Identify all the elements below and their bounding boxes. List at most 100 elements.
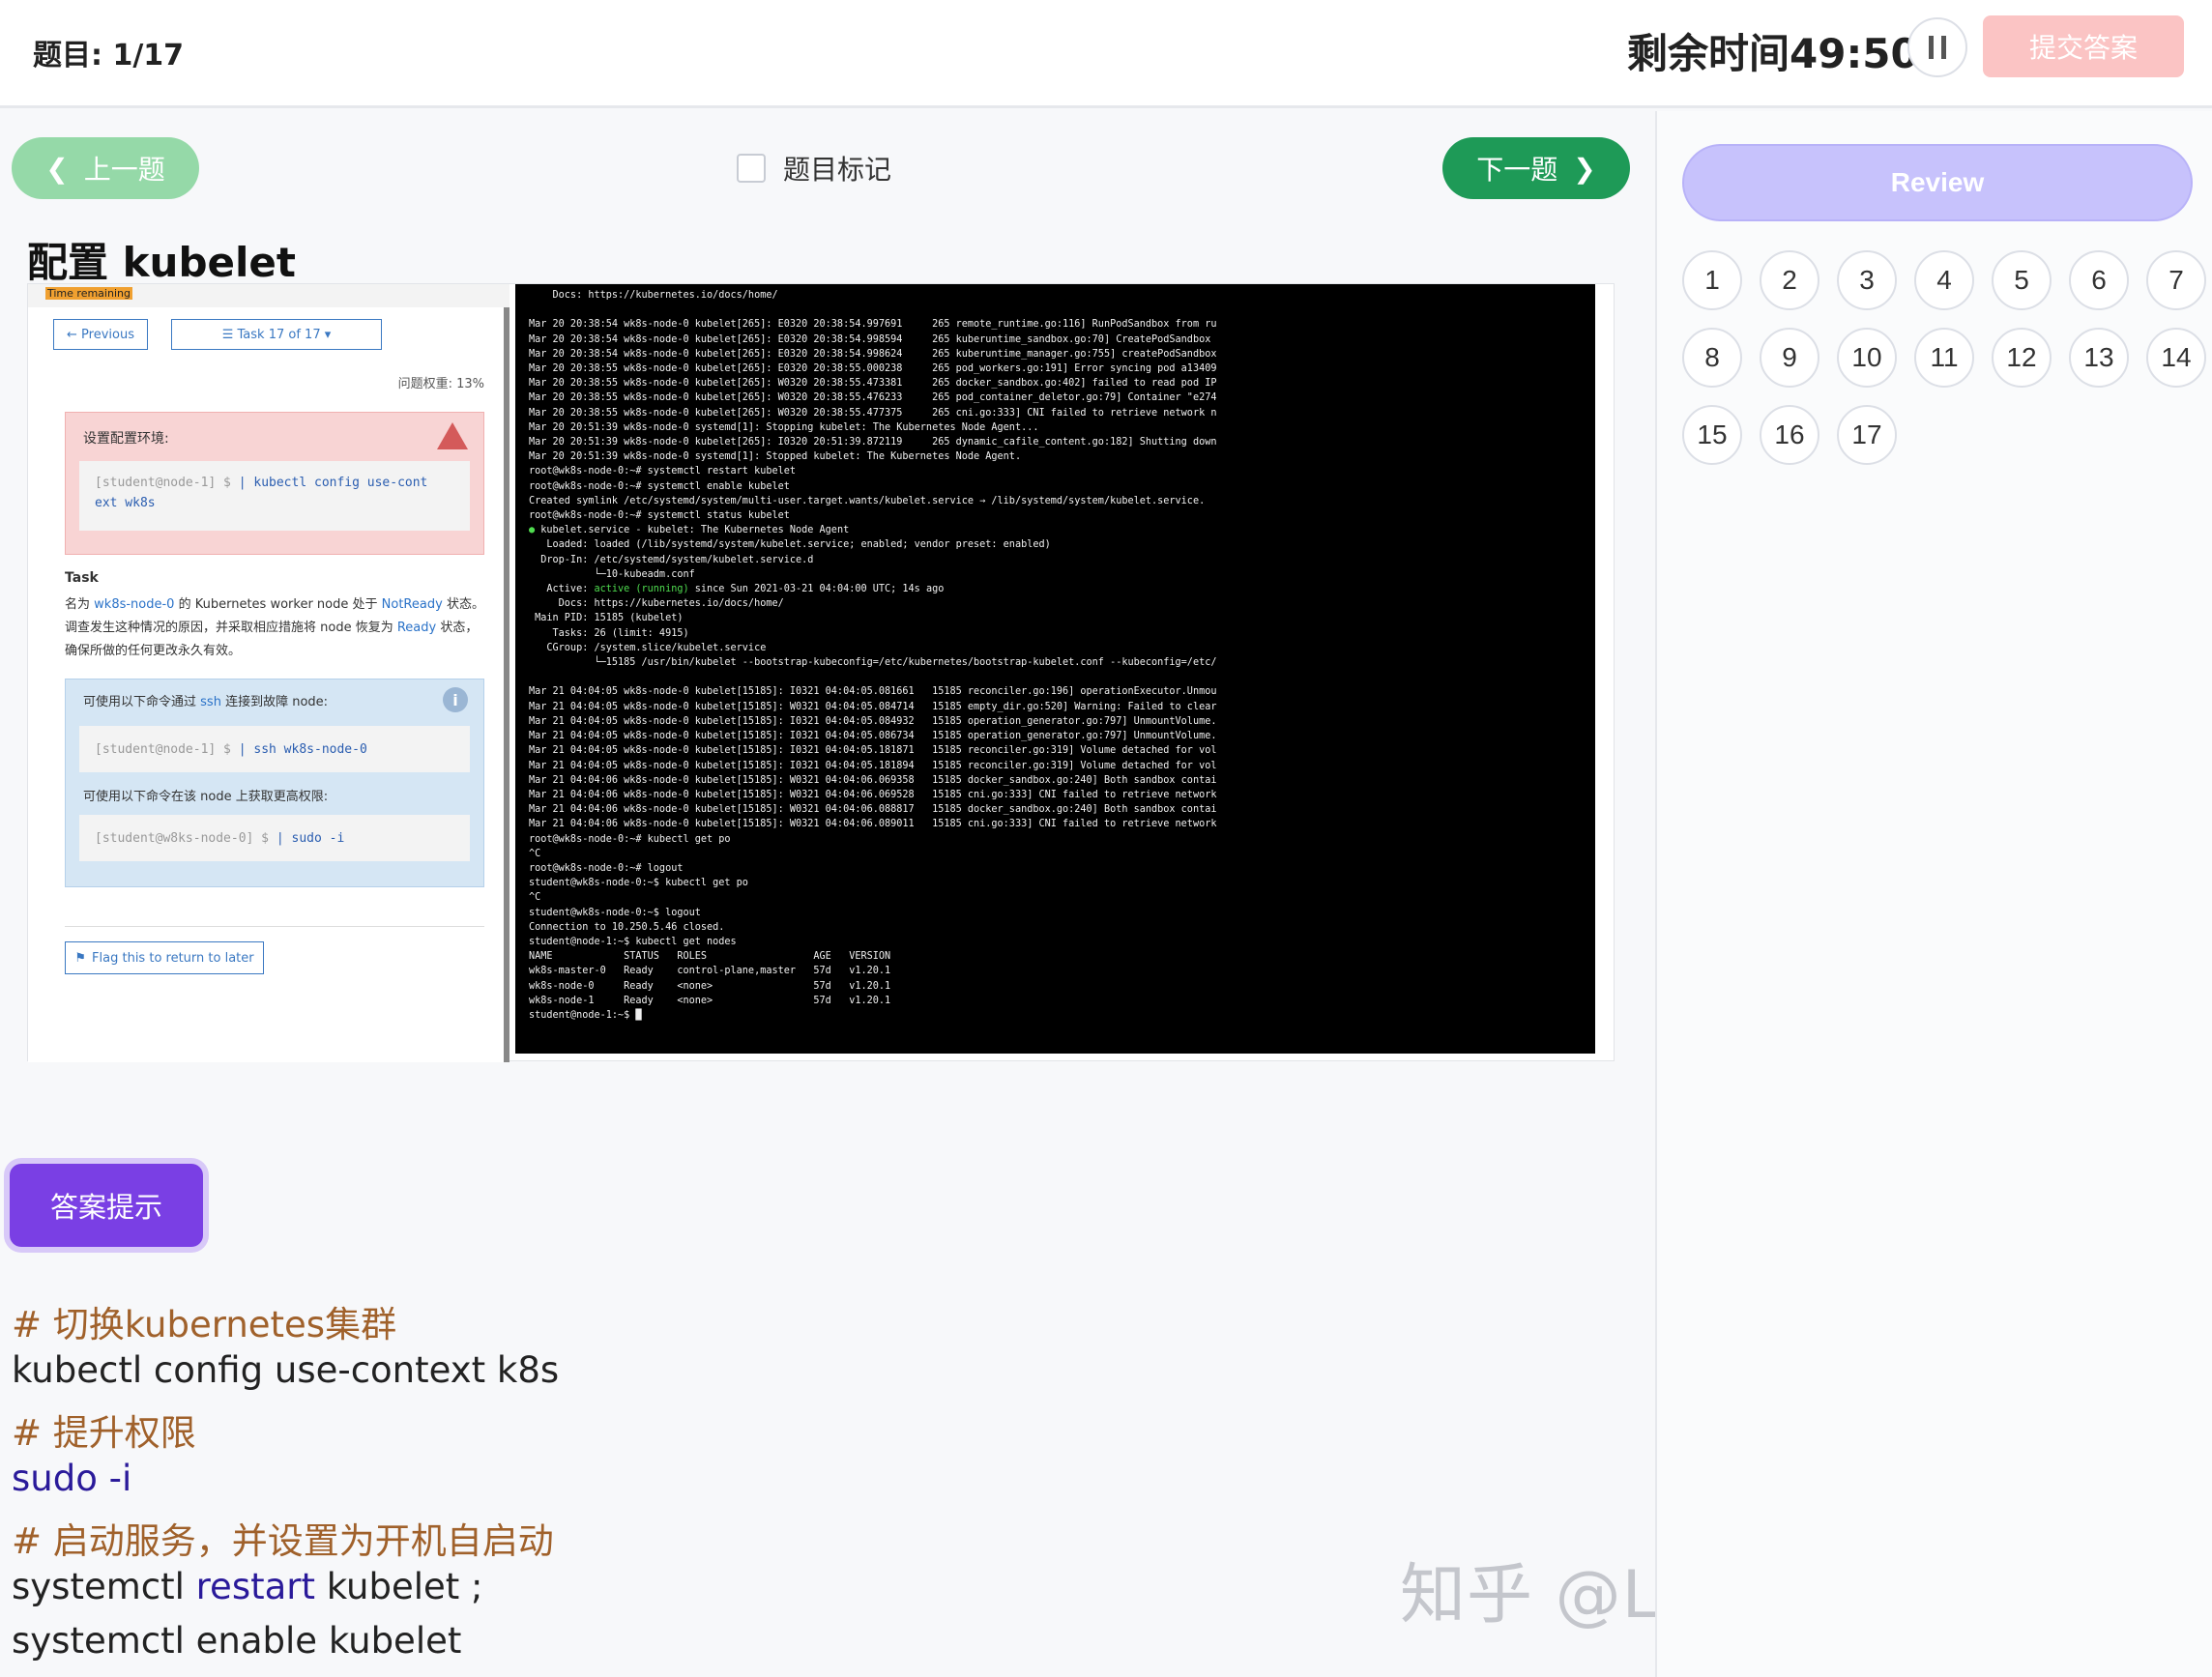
warning-icon [437, 422, 468, 449]
question-number-button[interactable]: 1 [1682, 250, 1742, 310]
terminal-line: Mar 21 04:04:05 wk8s-node-0 kubelet[1518… [529, 715, 1217, 727]
terminal-line: Mar 20 20:38:55 wk8s-node-0 kubelet[265]… [529, 407, 1217, 419]
terminal-line: Mar 21 04:04:06 wk8s-node-0 kubelet[1518… [529, 789, 1217, 800]
task-state-ready: Ready [396, 621, 437, 635]
answer-command-3-keyword: restart [195, 1566, 315, 1607]
question-number-button[interactable]: 15 [1682, 405, 1742, 465]
terminal-line: wk8s-node-1 Ready <none> 57d v1.20.1 [529, 995, 891, 1006]
answer-command-3-a: systemctl [12, 1566, 196, 1607]
list-icon: ☰ [221, 327, 238, 342]
task-text-1: 名为 [65, 597, 91, 612]
sudo-prompt: [student@w8ks-node-0] $ [95, 831, 270, 846]
answer-command-3: systemctl restart kubelet ; [12, 1566, 483, 1607]
top-bar: 题目: 1/17 剩余时间49:50 提交答案 [0, 0, 2212, 108]
question-number-button[interactable]: 8 [1682, 328, 1742, 388]
terminal-line: ● kubelet.service - kubelet: The Kuberne… [529, 525, 850, 536]
next-question-label: 下一题 [1476, 155, 1558, 185]
terminal-output: Docs: https://kubernetes.io/docs/home/ M… [515, 284, 1595, 1054]
question-number-button[interactable]: 9 [1760, 328, 1819, 388]
question-sidebar: Review 1 2 3 4 5 6 7 8 9 10 11 12 13 14 15 16 17 [1655, 111, 2212, 1677]
ssh-info-text-2: 连接到故障 node: [225, 695, 329, 709]
question-number-button[interactable]: 2 [1760, 250, 1819, 310]
terminal-line: Drop-In: /etc/systemd/system/kubelet.ser… [529, 554, 814, 565]
task-node-name: wk8s-node-0 [94, 597, 175, 612]
terminal-line: Mar 20 20:38:55 wk8s-node-0 kubelet[265]… [529, 363, 1217, 375]
flag-question-label: 题目标记 [783, 154, 892, 186]
ssh-info-text-1: 可使用以下命令通过 [83, 695, 197, 709]
question-number-button[interactable]: 3 [1837, 250, 1897, 310]
pause-icon-bar-left [1929, 36, 1934, 59]
terminal-line: Mar 20 20:38:54 wk8s-node-0 kubelet[265]… [529, 319, 1217, 331]
terminal-line: Mar 21 04:04:06 wk8s-node-0 kubelet[1518… [529, 819, 1217, 830]
exam-page: 题目: 1/17 剩余时间49:50 提交答案 ❮ 上一题 题目标记 下一题 ❯… [0, 0, 2212, 1677]
question-number-button[interactable]: 4 [1914, 250, 1974, 310]
question-counter: 题目: 1/17 [33, 39, 185, 72]
question-nav: ❮ 上一题 题目标记 下一题 ❯ [12, 137, 1630, 199]
flag-checkbox[interactable] [737, 154, 766, 183]
question-number-button[interactable]: 10 [1837, 328, 1897, 388]
setup-command-box: [student@node-1] $ | kubectl config use-… [79, 461, 470, 531]
terminal-line: NAME STATUS ROLES AGE VERSION [529, 951, 891, 963]
terminal-line: root@wk8s-node-0:~# kubectl get po [529, 833, 731, 845]
exam-task-selector: ☰ Task 17 of 17 ▾ [171, 319, 382, 350]
terminal-line: Mar 20 20:38:55 wk8s-node-0 kubelet[265]… [529, 378, 1217, 390]
ssh-keyword: ssh [200, 695, 221, 709]
flag-icon: ⚑ [74, 950, 87, 966]
answer-comment-2: # 提升权限 [12, 1412, 196, 1454]
ssh-command-box: [student@node-1] $ | ssh wk8s-node-0 [79, 726, 470, 772]
terminal-line: wk8s-master-0 Ready control-plane,master… [529, 966, 891, 977]
exam-previous-label: Previous [81, 327, 134, 342]
terminal-line: Mar 21 04:04:05 wk8s-node-0 kubelet[1518… [529, 745, 1217, 757]
question-number-button[interactable]: 5 [1992, 250, 2052, 310]
terminal-line: student@wk8s-node-0:~$ logout [529, 907, 701, 918]
question-number-button[interactable]: 11 [1914, 328, 1974, 388]
question-number-button[interactable]: 7 [2146, 250, 2206, 310]
terminal-line: student@node-1:~$ kubectl get nodes [529, 936, 737, 947]
review-button[interactable]: Review [1682, 144, 2193, 221]
chevron-right-icon: ❯ [1573, 153, 1596, 184]
pause-button[interactable] [1907, 17, 1967, 77]
next-question-button[interactable]: 下一题 ❯ [1442, 137, 1630, 199]
answer-hint-button[interactable]: 答案提示 [10, 1164, 203, 1247]
answer-command-2: sudo -i [12, 1458, 132, 1499]
question-number-button[interactable]: 17 [1837, 405, 1897, 465]
question-number-button[interactable]: 12 [1992, 328, 2052, 388]
terminal-line: └─15185 /usr/bin/kubelet --bootstrap-kub… [529, 657, 1217, 669]
task-description: 名为 wk8s-node-0 的 Kubernetes worker node … [65, 593, 490, 663]
question-number-button[interactable]: 6 [2069, 250, 2129, 310]
countdown-timer: 剩余时间49:50 [1627, 30, 1919, 77]
terminal-line: Main PID: 15185 (kubelet) [529, 613, 684, 624]
task-state-notready: NotReady [381, 597, 443, 612]
terminal-line: student@node-1:~$ █ [529, 1009, 642, 1021]
terminal-line: wk8s-node-0 Ready <none> 57d v1.20.1 [529, 980, 891, 992]
answer-command-3-c: kubelet ; [315, 1566, 483, 1607]
exam-task-label: Task 17 of 17 [237, 327, 321, 342]
question-number-button[interactable]: 13 [2069, 328, 2129, 388]
time-remaining-bar: Time remaining [28, 284, 509, 307]
terminal-line: root@wk8s-node-0:~# systemctl restart ku… [529, 466, 797, 477]
terminal-line: Docs: https://kubernetes.io/docs/home/ [529, 598, 784, 610]
flag-question-toggle[interactable]: 题目标记 [737, 149, 891, 188]
task-heading: Task [65, 570, 99, 586]
terminal-line: Mar 21 04:04:05 wk8s-node-0 kubelet[1518… [529, 701, 1217, 712]
terminal-line: Tasks: 26 (limit: 4915) [529, 627, 689, 639]
setup-env-label: 设置配置环境: [83, 431, 169, 447]
terminal-line: Active: active (running) since Sun 2021-… [529, 584, 945, 595]
terminal-line: Mar 21 04:04:06 wk8s-node-0 kubelet[1518… [529, 804, 1217, 816]
exam-previous-button: ← Previous [53, 319, 148, 350]
prev-question-label: 上一题 [83, 155, 165, 185]
prev-question-button[interactable]: ❮ 上一题 [12, 137, 199, 199]
submit-answer-button[interactable]: 提交答案 [1983, 15, 2184, 77]
sudo-command-box: [student@w8ks-node-0] $ | sudo -i [79, 815, 470, 861]
setup-env-box: 设置配置环境: [student@node-1] $ | kubectl con… [65, 412, 484, 555]
terminal-line: Mar 20 20:38:54 wk8s-node-0 kubelet[265]… [529, 348, 1217, 360]
terminal-line: ^C [529, 892, 541, 904]
terminal-line: Connection to 10.250.5.46 closed. [529, 921, 725, 933]
divider [65, 926, 484, 927]
question-number-button[interactable]: 14 [2146, 328, 2206, 388]
question-number-button[interactable]: 16 [1760, 405, 1819, 465]
terminal-line: Mar 20 20:51:39 wk8s-node-0 systemd[1]: … [529, 421, 1039, 433]
answer-comment-3: # 启动服务，并设置为开机自启动 [12, 1520, 554, 1562]
terminal-line: Mar 21 04:04:05 wk8s-node-0 kubelet[1518… [529, 731, 1217, 742]
